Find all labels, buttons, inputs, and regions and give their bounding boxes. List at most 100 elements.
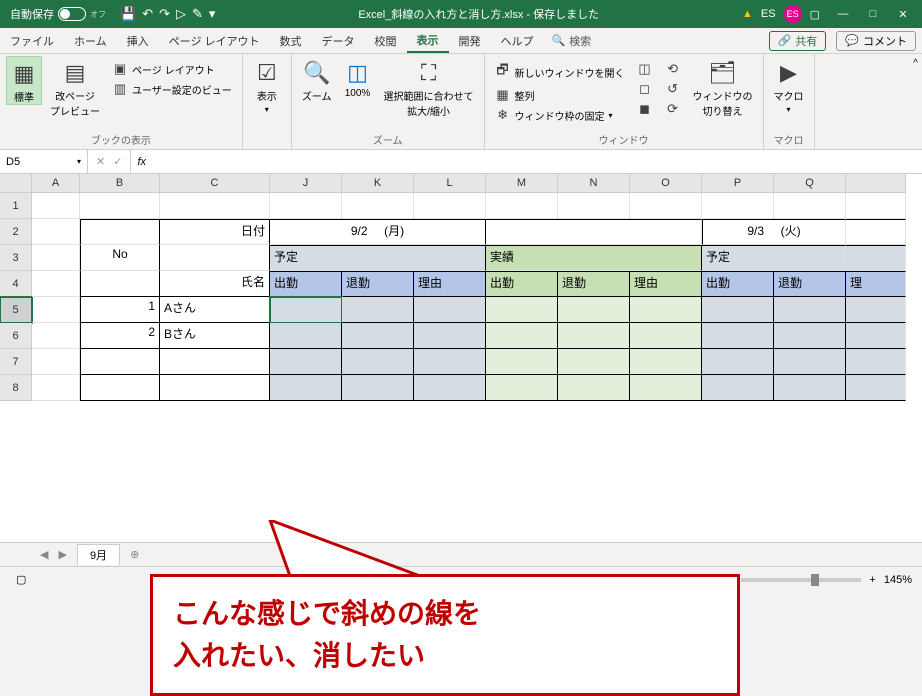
cell[interactable]: 退勤 xyxy=(342,271,414,297)
cell[interactable]: 日付 xyxy=(160,219,270,245)
col-header[interactable]: M xyxy=(486,174,558,193)
cell[interactable]: 出勤 xyxy=(486,271,558,297)
cell[interactable]: 氏名 xyxy=(160,271,270,297)
col-header[interactable]: J xyxy=(270,174,342,193)
enter-icon[interactable]: ✓ xyxy=(113,155,122,168)
cell[interactable]: 実績 xyxy=(486,245,702,271)
col-header[interactable]: B xyxy=(80,174,160,193)
cell[interactable]: Aさん xyxy=(160,297,270,323)
tab-insert[interactable]: 挿入 xyxy=(117,28,159,53)
window-title: Excel_斜線の入れ方と消し方.xlsx - 保存しました xyxy=(215,6,742,22)
row-header[interactable]: 7 xyxy=(0,349,32,375)
pointer-icon[interactable]: ▷ xyxy=(176,6,186,22)
record-macro-icon[interactable]: ▢ xyxy=(16,573,26,586)
row-header[interactable]: 3 xyxy=(0,245,32,271)
cancel-icon[interactable]: ✕ xyxy=(96,155,105,168)
redo-icon[interactable]: ↷ xyxy=(159,6,170,22)
col-header[interactable]: N xyxy=(558,174,630,193)
tab-developer[interactable]: 開発 xyxy=(449,28,491,53)
hide-button[interactable]: ◻ xyxy=(633,80,657,98)
selected-cell[interactable] xyxy=(270,297,342,323)
cell[interactable]: 2 xyxy=(80,323,160,349)
chevron-down-icon: ▾ xyxy=(77,157,81,166)
cell[interactable]: 退勤 xyxy=(774,271,846,297)
cell[interactable]: Bさん xyxy=(160,323,270,349)
cell[interactable]: 出勤 xyxy=(270,271,342,297)
touch-icon[interactable]: ✎ xyxy=(192,6,203,22)
row-header[interactable]: 4 xyxy=(0,271,32,297)
row-header[interactable]: 1 xyxy=(0,193,32,219)
split-button[interactable]: ◫ xyxy=(633,60,657,78)
tab-help[interactable]: ヘルプ xyxy=(491,28,544,53)
cell[interactable]: 理 xyxy=(846,271,906,297)
ribbon-display-icon[interactable]: ▢ xyxy=(810,8,820,21)
new-window-button[interactable]: 🗗新しいウィンドウを開く xyxy=(491,60,629,84)
collapse-ribbon-icon[interactable]: ^ xyxy=(913,58,918,69)
worksheet[interactable]: A B C J K L M N O P Q 1 2 日付 9/2 (月) 9/3… xyxy=(0,174,922,542)
zoom-button[interactable]: 🔍ズーム xyxy=(298,56,336,103)
fx-icon[interactable]: fx xyxy=(131,156,152,168)
zoom-in-icon[interactable]: + xyxy=(869,574,875,586)
cell[interactable]: 退勤 xyxy=(558,271,630,297)
col-header[interactable]: K xyxy=(342,174,414,193)
tab-view[interactable]: 表示 xyxy=(407,28,449,53)
minimize-button[interactable]: — xyxy=(828,8,858,21)
col-header[interactable]: L xyxy=(414,174,486,193)
macro-button[interactable]: ▶マクロ▾ xyxy=(770,56,808,114)
more-button[interactable]: ⟳ xyxy=(661,100,685,118)
cell[interactable]: 1 xyxy=(80,297,160,323)
select-all-corner[interactable] xyxy=(0,174,32,193)
col-header[interactable]: Q xyxy=(774,174,846,193)
tab-file[interactable]: ファイル xyxy=(0,28,64,53)
row-header[interactable]: 2 xyxy=(0,219,32,245)
tab-review[interactable]: 校閲 xyxy=(365,28,407,53)
add-sheet-icon[interactable]: ⊕ xyxy=(130,548,139,561)
save-icon[interactable]: 💾 xyxy=(120,6,136,22)
freeze-button[interactable]: ❄ウィンドウ枠の固定 ▾ xyxy=(491,106,629,124)
maximize-button[interactable]: □ xyxy=(858,8,888,21)
cell[interactable]: 出勤 xyxy=(702,271,774,297)
zoom-100-button[interactable]: ◫100% xyxy=(340,56,376,99)
search-box[interactable]: 🔍検索 xyxy=(544,33,600,49)
cell[interactable]: 予定 xyxy=(702,245,846,271)
switch-window-button[interactable]: 🗂ウィンドウの 切り替え xyxy=(689,56,757,118)
unhide-button[interactable]: ◼ xyxy=(633,100,657,118)
tab-nav-next-icon[interactable]: ▶ xyxy=(58,548,66,561)
cell[interactable]: No xyxy=(80,245,160,271)
pagebreak-button[interactable]: ▤改ページ プレビュー xyxy=(46,56,104,118)
close-button[interactable]: ✕ xyxy=(888,8,918,21)
arrange-button[interactable]: ▦整列 xyxy=(491,86,629,104)
col-header[interactable]: C xyxy=(160,174,270,193)
zoom-slider[interactable] xyxy=(741,578,861,582)
undo-icon[interactable]: ↶ xyxy=(142,6,153,22)
autosave-toggle[interactable]: 自動保存 オフ xyxy=(4,6,112,22)
pagelayout-view-button[interactable]: ▣ページ レイアウト xyxy=(108,60,236,78)
tab-nav-prev-icon[interactable]: ◀ xyxy=(40,548,48,561)
user-avatar[interactable]: ES xyxy=(784,5,802,23)
share-button[interactable]: 🔗共有 xyxy=(769,31,827,51)
cell[interactable]: 理由 xyxy=(414,271,486,297)
cell[interactable]: 理由 xyxy=(630,271,702,297)
show-button[interactable]: ☑表示▾ xyxy=(249,56,285,114)
comment-button[interactable]: 💬コメント xyxy=(836,31,916,51)
name-box[interactable]: D5▾ xyxy=(0,150,88,173)
normal-view-button[interactable]: ▦標準 xyxy=(6,56,42,105)
col-header[interactable]: P xyxy=(702,174,774,193)
reset-button[interactable]: ↺ xyxy=(661,80,685,98)
tab-home[interactable]: ホーム xyxy=(64,28,117,53)
sheet-tab[interactable]: 9月 xyxy=(77,544,120,565)
row-header[interactable]: 5 xyxy=(0,297,32,323)
row-header[interactable]: 6 xyxy=(0,323,32,349)
col-header[interactable]: O xyxy=(630,174,702,193)
tab-data[interactable]: データ xyxy=(312,28,365,53)
row-header[interactable]: 8 xyxy=(0,375,32,401)
sync-button[interactable]: ⟲ xyxy=(661,60,685,78)
col-header[interactable]: A xyxy=(32,174,80,193)
tab-formulas[interactable]: 数式 xyxy=(270,28,312,53)
tab-pagelayout[interactable]: ページ レイアウト xyxy=(159,28,270,53)
custom-view-button[interactable]: ▥ユーザー設定のビュー xyxy=(108,80,236,98)
col-header[interactable] xyxy=(846,174,906,193)
cell[interactable]: 予定 xyxy=(270,245,486,271)
zoom-fit-button[interactable]: ⛶選択範囲に合わせて 拡大/縮小 xyxy=(380,56,478,118)
zoom-level[interactable]: 145% xyxy=(884,574,912,586)
